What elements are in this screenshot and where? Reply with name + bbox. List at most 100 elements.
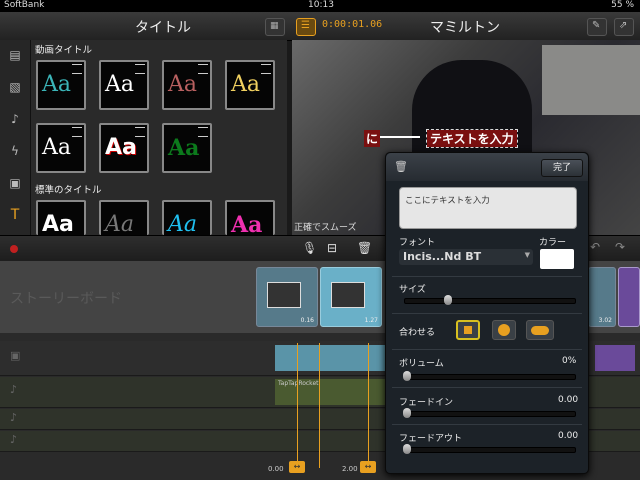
export-icon: ⇗ xyxy=(619,20,628,31)
undo-icon[interactable]: ↶ xyxy=(590,240,600,254)
trash-icon[interactable]: 🗑 xyxy=(357,241,372,255)
title-text-field[interactable]: ここにテキストを入力 xyxy=(399,187,577,229)
status-bar: SoftBank 10:13 55 % xyxy=(0,0,640,12)
size-slider[interactable] xyxy=(404,295,576,305)
title-style-thumb[interactable]: Aa xyxy=(99,200,149,237)
trim-line xyxy=(297,343,298,468)
title-tool-icon[interactable]: T xyxy=(8,208,22,222)
fit-option-center[interactable] xyxy=(456,320,480,340)
title-style-thumb[interactable]: Aa xyxy=(162,60,212,110)
ruler-mark: 2.00 xyxy=(342,465,358,473)
storyboard-clip[interactable]: 0.16 xyxy=(256,267,318,327)
fade-in-label: フェードイン xyxy=(399,398,454,408)
battery-label: 55 % xyxy=(611,0,634,10)
export-button[interactable]: ⇗ xyxy=(614,18,634,36)
split-icon[interactable]: ⊟ xyxy=(327,241,337,255)
ruler-mark: 0.00 xyxy=(268,465,284,473)
trash-icon[interactable]: 🗑 xyxy=(394,160,408,173)
color-label: カラー xyxy=(539,238,567,248)
square-icon xyxy=(464,326,472,334)
storyboard-clip[interactable]: 1.27 xyxy=(320,267,382,327)
storyboard-clip[interactable] xyxy=(618,267,640,327)
microphone-icon[interactable]: 🎙 xyxy=(302,241,317,255)
fade-in-value: 0.00 xyxy=(558,395,579,405)
overlay-title-text[interactable]: テキストを入力 xyxy=(426,129,518,148)
audio-clip[interactable]: TapTapRocket xyxy=(275,379,390,405)
circle-icon xyxy=(498,324,510,336)
trim-line xyxy=(319,343,320,468)
fade-out-slider[interactable] xyxy=(403,444,576,454)
grid-icon: ▦ xyxy=(270,21,279,31)
photo-icon[interactable]: ▧ xyxy=(8,80,22,94)
ellipse-icon xyxy=(531,326,549,335)
title-style-thumb[interactable]: Aa xyxy=(225,60,275,110)
volume-slider[interactable] xyxy=(403,371,576,381)
fade-out-value: 0.00 xyxy=(558,431,579,441)
title-style-thumb[interactable]: Aa xyxy=(162,123,212,173)
layers-icon[interactable]: ▣ xyxy=(8,176,22,190)
film-icon[interactable]: ▤ xyxy=(8,48,22,62)
project-title: マミルトン xyxy=(430,20,500,36)
music-track-icon: ♪ xyxy=(10,411,18,424)
video-track-icon: ▣ xyxy=(10,349,21,362)
storyboard-label: ストーリーボード xyxy=(10,291,122,307)
redo-icon[interactable]: ↷ xyxy=(615,240,625,254)
title-style-thumb[interactable]: Aa xyxy=(162,200,212,237)
section-standard-titles: 標準のタイトル xyxy=(35,185,102,196)
title-style-thumb[interactable]: Aa xyxy=(36,200,86,237)
fade-out-label: フェードアウト xyxy=(399,434,463,444)
grid-view-button[interactable]: ▦ xyxy=(265,18,285,36)
divider xyxy=(392,424,582,425)
size-slider-knob[interactable] xyxy=(443,295,452,305)
title-style-thumb[interactable]: Aa xyxy=(36,60,86,110)
volume-value: 0% xyxy=(562,356,577,366)
title-style-thumb[interactable]: Aa xyxy=(225,200,275,238)
panel-title-left: タイトル xyxy=(135,20,191,36)
carrier-label: SoftBank xyxy=(4,0,45,10)
title-style-thumb[interactable]: Aa xyxy=(99,60,149,110)
fit-option-stretch[interactable] xyxy=(526,320,554,340)
timeline-clip[interactable] xyxy=(595,345,635,371)
popup-header: 🗑 完了 xyxy=(386,153,588,181)
fit-label: 合わせる xyxy=(399,328,436,338)
fade-out-slider-knob[interactable] xyxy=(403,444,411,454)
trim-line xyxy=(368,343,369,468)
clock: 10:13 xyxy=(308,0,334,10)
font-select[interactable]: Incis...Nd BT ▼ xyxy=(399,249,533,265)
done-button[interactable]: 完了 xyxy=(541,159,583,177)
font-label: フォント xyxy=(399,238,436,248)
transition-icon[interactable]: ϟ xyxy=(8,144,22,158)
volume-slider-knob[interactable] xyxy=(403,371,411,381)
fade-in-slider-knob[interactable] xyxy=(403,408,411,418)
edit-button[interactable]: ✎ xyxy=(587,18,607,36)
pencil-icon: ✎ xyxy=(592,20,601,31)
title-settings-popup: 🗑 完了 ここにテキストを入力 フォント カラー Incis...Nd BT ▼… xyxy=(385,152,589,474)
divider xyxy=(392,313,582,314)
top-header: タイトル ▦ ☰ 0:00:01.06 マミルトン ✎ ⇗ xyxy=(0,12,640,41)
divider xyxy=(392,349,582,350)
title-style-thumb[interactable]: Aa xyxy=(36,123,86,173)
chevron-down-icon: ▼ xyxy=(524,251,530,259)
overlay-line xyxy=(380,136,420,138)
preview-caption: 正確でスムーズ xyxy=(294,223,357,233)
timeline-view-button[interactable]: ☰ xyxy=(296,18,316,36)
fit-option-fill[interactable] xyxy=(492,320,516,340)
music-icon[interactable]: ♪ xyxy=(8,112,22,126)
trim-handle[interactable]: ↔ xyxy=(360,461,376,473)
storyboard-clip[interactable]: 3.02 xyxy=(588,267,616,327)
size-label: サイズ xyxy=(399,285,426,295)
fade-in-slider[interactable] xyxy=(403,408,576,418)
title-style-thumb[interactable]: Aa xyxy=(99,123,149,173)
record-icon[interactable] xyxy=(10,245,18,253)
volume-label: ボリューム xyxy=(399,359,444,369)
divider xyxy=(392,387,582,388)
preview-background xyxy=(542,45,640,115)
tool-strip: ▤ ▧ ♪ ϟ ▣ T xyxy=(0,40,31,235)
music-track-icon: ♪ xyxy=(10,433,18,446)
list-icon: ☰ xyxy=(301,20,310,31)
title-browser: 動画タイトル Aa Aa Aa Aa Aa Aa Aa 標準のタイトル Aa A… xyxy=(31,40,287,238)
section-moving-titles: 動画タイトル xyxy=(35,45,93,56)
trim-handle[interactable]: ↔ xyxy=(289,461,305,473)
timecode: 0:00:01.06 xyxy=(322,19,383,30)
color-swatch[interactable] xyxy=(540,249,574,269)
